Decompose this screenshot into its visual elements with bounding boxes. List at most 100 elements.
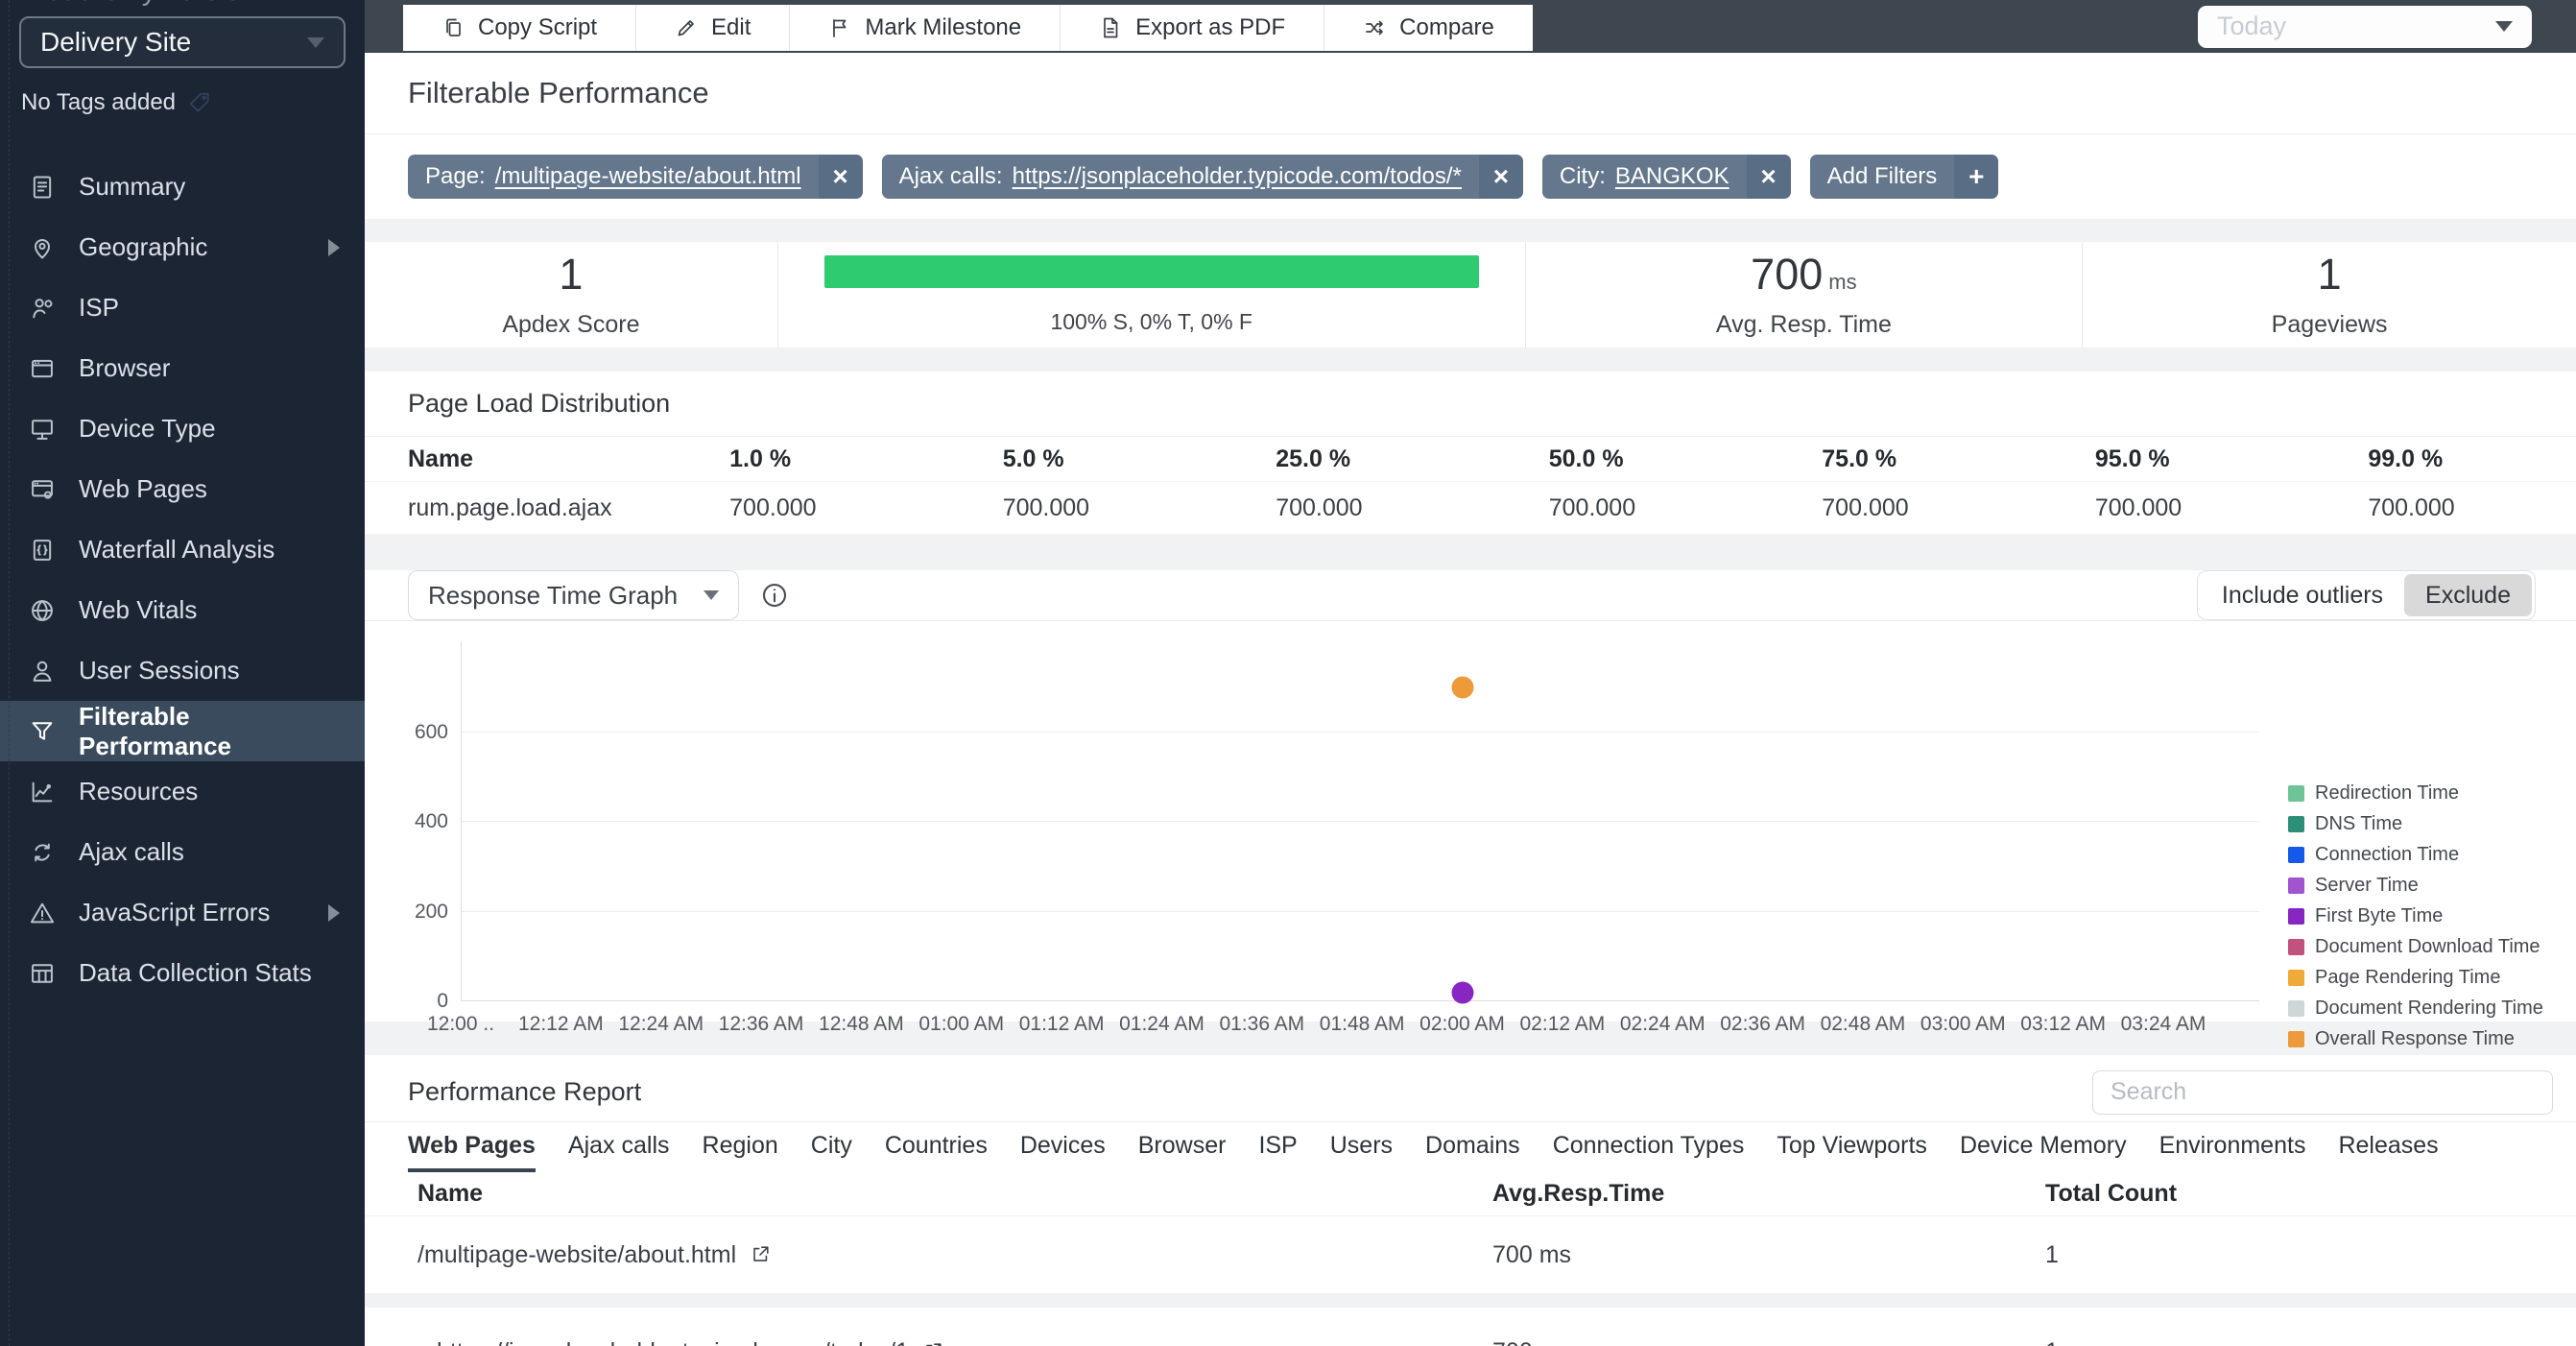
graph-type-dropdown[interactable]: Response Time Graph bbox=[408, 570, 739, 620]
page-title: Filterable Performance bbox=[408, 76, 709, 110]
tab-top-viewports[interactable]: Top Viewports bbox=[1777, 1122, 1927, 1172]
tab-countries[interactable]: Countries bbox=[885, 1122, 988, 1172]
x-axis-tick-label: 01:00 AM bbox=[918, 1013, 1004, 1036]
export-as-pdf-button[interactable]: Export as PDF bbox=[1061, 5, 1324, 51]
tab-releases[interactable]: Releases bbox=[2338, 1122, 2438, 1172]
legend-item-redirection-time[interactable]: Redirection Time bbox=[2288, 782, 2576, 805]
legend-item-page-rendering-time[interactable]: Page Rendering Time bbox=[2288, 967, 2576, 989]
sidebar-item-ajax-calls[interactable]: Ajax calls bbox=[0, 822, 365, 882]
legend-item-first-byte-time[interactable]: First Byte Time bbox=[2288, 905, 2576, 927]
tab-browser[interactable]: Browser bbox=[1138, 1122, 1227, 1172]
tab-connection-types[interactable]: Connection Types bbox=[1553, 1122, 1745, 1172]
x-axis-tick-label: 12:00 .. bbox=[427, 1013, 494, 1036]
sidebar-item-javascript-errors[interactable]: JavaScript Errors bbox=[0, 882, 365, 943]
chart-legend: Redirection Time DNS Time Connection Time S… bbox=[2288, 621, 2576, 1059]
table-row[interactable]: /multipage-website/about.html700 ms1 bbox=[365, 1216, 2576, 1293]
compare-button[interactable]: Compare bbox=[1324, 5, 1533, 51]
legend-item-document-download-time[interactable]: Document Download Time bbox=[2288, 936, 2576, 958]
gridline bbox=[462, 821, 2259, 822]
sidebar-item-isp[interactable]: ISP bbox=[0, 277, 365, 338]
apdex-distribution-stat: 100% S, 0% T, 0% F bbox=[778, 242, 1526, 348]
legend-swatch bbox=[2288, 908, 2304, 925]
tab-device-memory[interactable]: Device Memory bbox=[1960, 1122, 2127, 1172]
copy-script-button[interactable]: Copy Script bbox=[403, 5, 636, 51]
y-axis-tick-label: 600 bbox=[406, 721, 448, 744]
tab-web-pages[interactable]: Web Pages bbox=[408, 1122, 536, 1172]
report-body: /multipage-website/about.html700 ms1 bbox=[365, 1216, 2576, 1293]
chevron-right-icon bbox=[328, 239, 340, 256]
edit-button[interactable]: Edit bbox=[636, 5, 790, 51]
legend-swatch bbox=[2288, 877, 2304, 894]
tab-environments[interactable]: Environments bbox=[2159, 1122, 2306, 1172]
add-filters-label: Add Filters bbox=[1810, 155, 1955, 199]
info-icon[interactable] bbox=[760, 581, 789, 610]
x-axis-tick-label: 01:12 AM bbox=[1019, 1013, 1105, 1036]
report-avg-resp-cell: 700 ms bbox=[1492, 1241, 2045, 1269]
sidebar-item-resources[interactable]: Resources bbox=[0, 761, 365, 822]
legend-item-document-rendering-time[interactable]: Document Rendering Time bbox=[2288, 997, 2576, 1020]
legend-swatch bbox=[2288, 847, 2304, 863]
tab-devices[interactable]: Devices bbox=[1020, 1122, 1106, 1172]
legend-item-dns-time[interactable]: DNS Time bbox=[2288, 813, 2576, 835]
apdex-distribution-bar bbox=[824, 255, 1479, 288]
include-outliers-button[interactable]: Include outliers bbox=[2201, 574, 2404, 616]
performance-report-card: Performance Report Web PagesAjax callsRe… bbox=[365, 1055, 2576, 1293]
page-load-distribution-card: Page Load Distribution Name1.0 %5.0 %25.… bbox=[365, 372, 2576, 534]
table-row[interactable]: https://jsonplaceholder.typicode.com/tod… bbox=[365, 1308, 2576, 1346]
data-point-overall-response-time[interactable] bbox=[1451, 676, 1473, 698]
filter-chip-page[interactable]: Page:/multipage-website/about.html× bbox=[408, 155, 863, 199]
site-selector-dropdown[interactable]: Delivery Site bbox=[19, 16, 346, 68]
location-pin-icon bbox=[29, 234, 56, 261]
report-row-link[interactable]: https://jsonplaceholder.typicode.com/tod… bbox=[437, 1338, 909, 1346]
sidebar-item-geographic[interactable]: Geographic bbox=[0, 217, 365, 277]
sidebar-item-label: Waterfall Analysis bbox=[79, 535, 274, 565]
report-column-header: Avg.Resp.Time bbox=[1492, 1180, 2045, 1208]
external-link-icon[interactable] bbox=[750, 1244, 771, 1265]
add-filters-chip[interactable]: Add Filters+ bbox=[1810, 155, 1999, 199]
add-filter-button[interactable]: + bbox=[1954, 155, 1998, 199]
search-input[interactable] bbox=[2092, 1070, 2553, 1115]
tab-users[interactable]: Users bbox=[1330, 1122, 1393, 1172]
remove-filter-button[interactable]: × bbox=[1747, 155, 1791, 199]
pageviews-stat: 1 Pageviews bbox=[2083, 242, 2576, 348]
mark-milestone-button[interactable]: Mark Milestone bbox=[790, 5, 1061, 51]
legend-label: Overall Response Time bbox=[2315, 1028, 2515, 1050]
exclude-outliers-button[interactable]: Exclude bbox=[2404, 574, 2532, 616]
legend-item-server-time[interactable]: Server Time bbox=[2288, 875, 2576, 897]
sidebar-item-data-collection-stats[interactable]: Data Collection Stats bbox=[0, 943, 365, 1003]
dist-column-header: 25.0 % bbox=[1276, 445, 1549, 473]
legend-label: First Byte Time bbox=[2315, 905, 2443, 927]
tab-domains[interactable]: Domains bbox=[1425, 1122, 1520, 1172]
tab-ajax-calls[interactable]: Ajax calls bbox=[568, 1122, 670, 1172]
sidebar-item-web-vitals[interactable]: Web Vitals bbox=[0, 580, 365, 640]
report-row-link[interactable]: /multipage-website/about.html bbox=[417, 1241, 736, 1269]
legend-item-connection-time[interactable]: Connection Time bbox=[2288, 844, 2576, 866]
date-range-dropdown[interactable]: Today bbox=[2198, 6, 2532, 48]
data-point-first-byte-time[interactable] bbox=[1451, 981, 1473, 1003]
tab-city[interactable]: City bbox=[811, 1122, 852, 1172]
plot-grid: 0200400600 bbox=[461, 642, 2259, 1001]
legend-item-overall-response-time[interactable]: Overall Response Time bbox=[2288, 1028, 2576, 1050]
sidebar-item-device-type[interactable]: Device Type bbox=[0, 398, 365, 459]
site-selector-label: Delivery Site bbox=[40, 27, 307, 58]
filter-chip-city[interactable]: City:BANGKOK× bbox=[1542, 155, 1791, 199]
sidebar-item-filterable-performance[interactable]: Filterable Performance bbox=[0, 701, 365, 761]
avg-resp-time-value: 700ms bbox=[1751, 251, 1856, 299]
remove-filter-button[interactable]: × bbox=[819, 155, 863, 199]
tab-region[interactable]: Region bbox=[703, 1122, 778, 1172]
sidebar-item-user-sessions[interactable]: User Sessions bbox=[0, 640, 365, 701]
external-link-icon[interactable] bbox=[922, 1341, 943, 1346]
remove-filter-button[interactable]: × bbox=[1479, 155, 1523, 199]
copy-icon bbox=[441, 16, 465, 39]
sidebar-item-summary[interactable]: Summary bbox=[0, 156, 365, 217]
sidebar-item-browser[interactable]: Browser bbox=[0, 338, 365, 398]
tab-isp[interactable]: ISP bbox=[1258, 1122, 1297, 1172]
sidebar-item-waterfall-analysis[interactable]: Waterfall Analysis bbox=[0, 519, 365, 580]
sidebar-item-web-pages[interactable]: Web Pages bbox=[0, 459, 365, 519]
report-header-row: NameAvg.Resp.TimeTotal Count bbox=[365, 1172, 2576, 1216]
sidebar-item-label: User Sessions bbox=[79, 656, 240, 685]
filter-chip-ajax-calls[interactable]: Ajax calls:https://jsonplaceholder.typic… bbox=[882, 155, 1523, 199]
caret-down-icon bbox=[704, 590, 719, 600]
summary-stats-card: 1 Apdex Score 100% S, 0% T, 0% F 700ms A… bbox=[365, 242, 2576, 348]
dist-column-header: 75.0 % bbox=[1822, 445, 2095, 473]
